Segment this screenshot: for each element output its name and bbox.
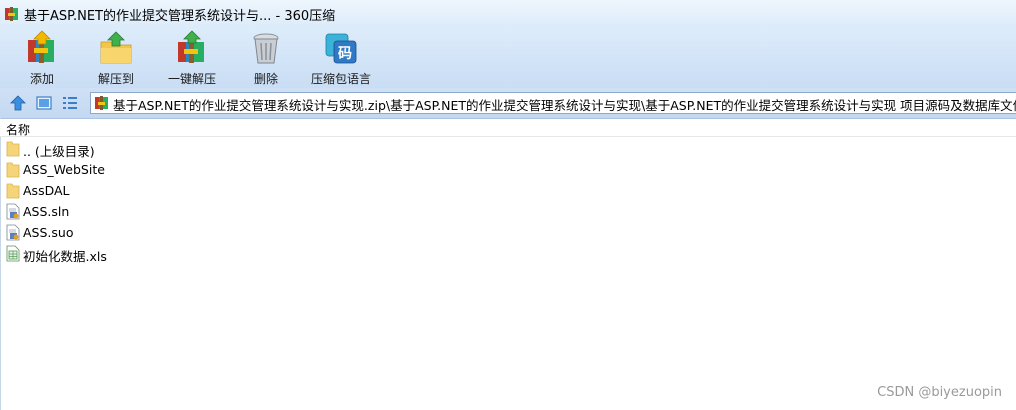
- file-name: 初始化数据.xls: [23, 249, 107, 264]
- one-click-extract-icon: [178, 30, 204, 63]
- toolbar: 添加 解压到 一键解压 删除 码 压缩包语言: [0, 28, 1016, 88]
- delete-label: 删除: [253, 72, 278, 86]
- address-path: 基于ASP.NET的作业提交管理系统设计与实现.zip\基于ASP.NET的作业…: [113, 98, 1016, 113]
- file-name: ASS.sln: [23, 204, 70, 219]
- large-icons-view-icon[interactable]: [35, 94, 53, 112]
- address-bar-row: 基于ASP.NET的作业提交管理系统设计与实现.zip\基于ASP.NET的作业…: [0, 88, 1016, 119]
- one-click-extract-button[interactable]: 一键解压: [162, 28, 222, 88]
- folder-icon: [6, 183, 20, 199]
- up-arrow-icon[interactable]: [9, 94, 27, 112]
- file-name: AssDAL: [23, 183, 70, 198]
- list-header: 名称: [0, 119, 1016, 137]
- zip-archive-icon: [95, 96, 108, 110]
- list-item-ass-website[interactable]: ASS_WebSite: [0, 159, 1016, 180]
- folder-icon: [6, 141, 20, 157]
- encoding-icon-glyph: 码: [338, 46, 352, 62]
- header-divider: [0, 136, 1016, 137]
- folder-icon: [6, 162, 20, 178]
- list-item-parent-dir[interactable]: .. (上级目录): [0, 138, 1016, 159]
- extract-to-label: 解压到: [97, 72, 134, 86]
- trash-icon: [253, 33, 279, 64]
- list-item-init-data-xls[interactable]: 初始化数据.xls: [0, 243, 1016, 264]
- archive-icon: [5, 7, 18, 21]
- list-item-assdal[interactable]: AssDAL: [0, 180, 1016, 201]
- file-list: .. (上级目录) ASS_WebSite AssDAL ASS.sln ASS…: [0, 138, 1016, 264]
- list-item-ass-suo[interactable]: ASS.suo: [0, 222, 1016, 243]
- spreadsheet-file-icon: [6, 245, 20, 262]
- file-name: ASS.suo: [23, 225, 74, 240]
- app-window: 基于ASP.NET的作业提交管理系统设计与... - 360压缩 添加 解压到: [0, 0, 1016, 410]
- watermark: CSDN @biyezuopin: [877, 385, 1002, 400]
- address-input[interactable]: 基于ASP.NET的作业提交管理系统设计与实现.zip\基于ASP.NET的作业…: [90, 92, 1016, 114]
- archive-language-button[interactable]: 码 压缩包语言: [306, 28, 376, 88]
- file-name: ASS_WebSite: [23, 162, 105, 177]
- encoding-icon: 码: [323, 30, 359, 66]
- add-button[interactable]: 添加: [14, 28, 70, 88]
- one-click-extract-label: 一键解压: [167, 72, 216, 86]
- list-view-icon[interactable]: [61, 94, 79, 112]
- settings-file-icon: [6, 224, 20, 241]
- window-title: 基于ASP.NET的作业提交管理系统设计与... - 360压缩: [24, 9, 336, 24]
- file-name: .. (上级目录): [23, 144, 95, 159]
- extract-to-button[interactable]: 解压到: [88, 28, 144, 88]
- add-archive-icon: [28, 30, 54, 63]
- archive-language-label: 压缩包语言: [310, 72, 371, 86]
- extract-to-icon: [100, 31, 132, 64]
- title-bar: 基于ASP.NET的作业提交管理系统设计与... - 360压缩: [0, 0, 1016, 28]
- add-label: 添加: [29, 72, 54, 86]
- solution-file-icon: [6, 203, 20, 220]
- delete-button[interactable]: 删除: [240, 28, 292, 88]
- list-item-ass-sln[interactable]: ASS.sln: [0, 201, 1016, 222]
